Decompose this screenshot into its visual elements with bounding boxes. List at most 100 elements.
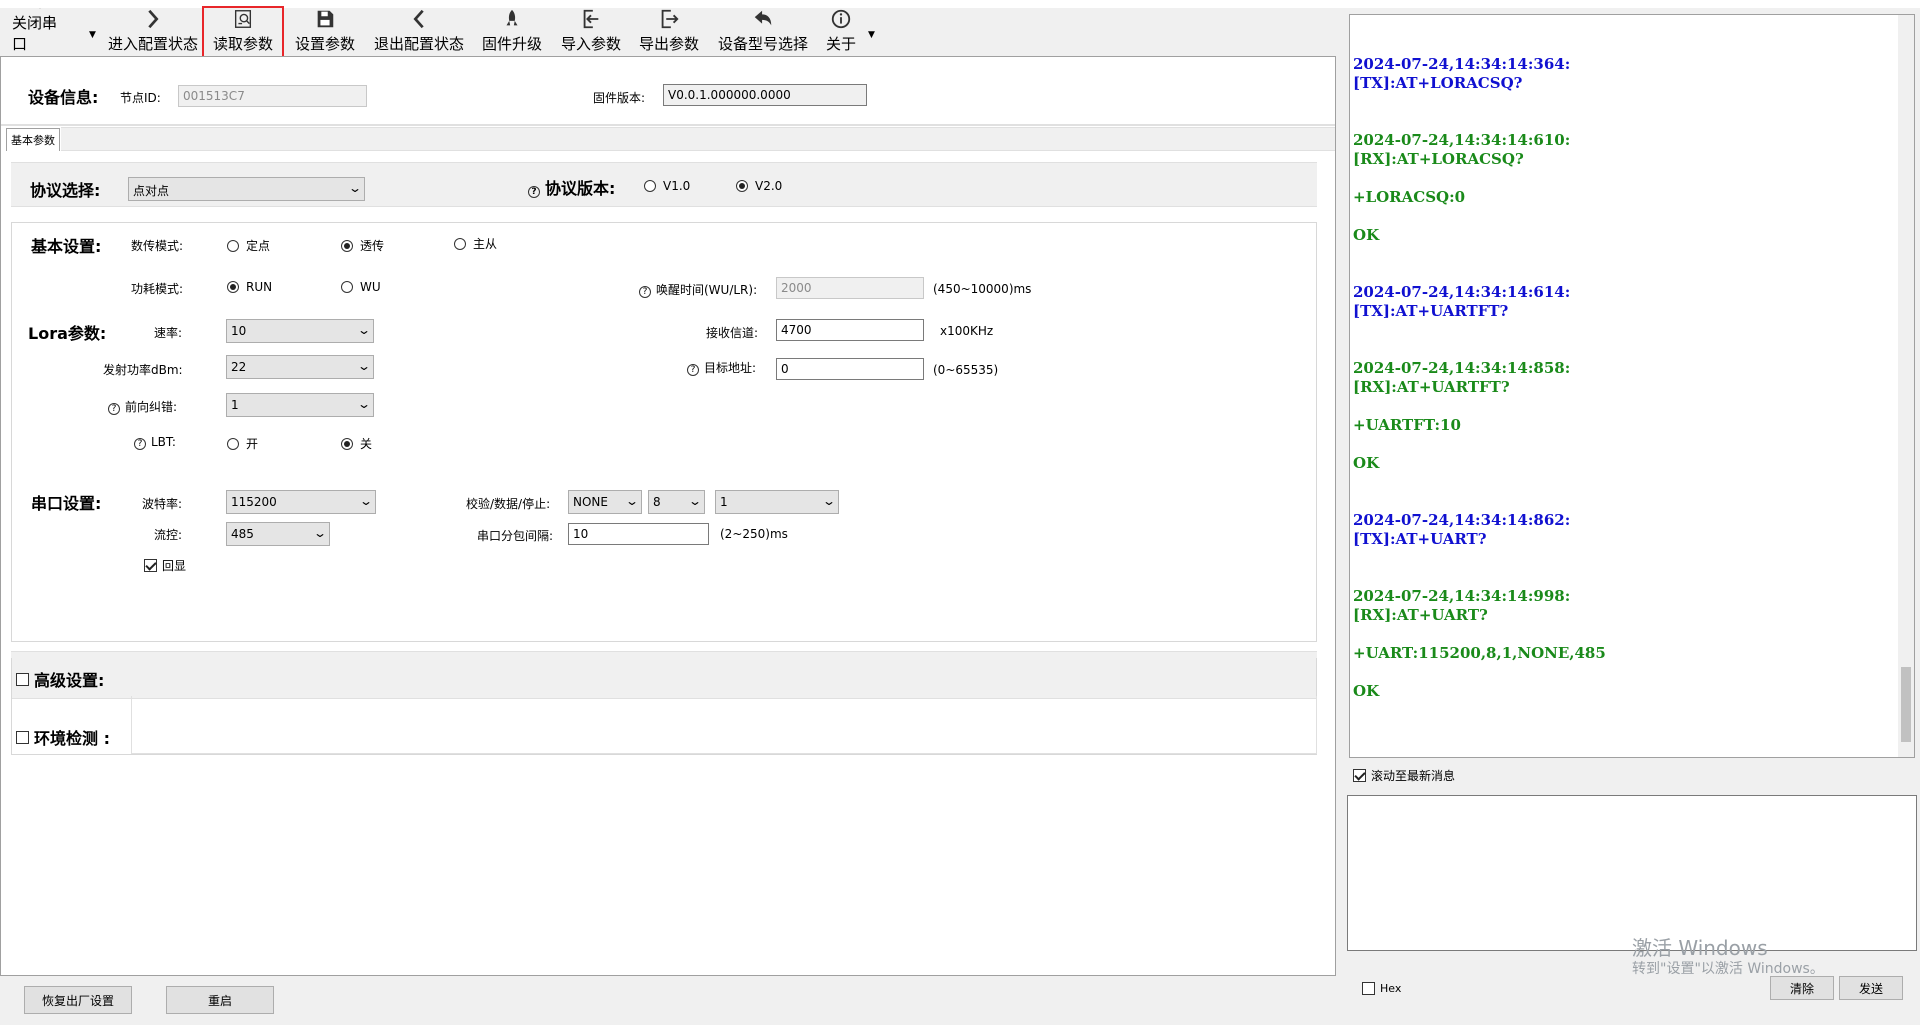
- chevron-down-icon: ⌄: [687, 494, 703, 508]
- import-icon: [583, 9, 599, 29]
- export-params-label: 导出参数: [638, 35, 699, 53]
- tx-power-select[interactable]: 22 ⌄: [226, 355, 374, 379]
- activation-watermark: 激活 Windows: [1632, 936, 1768, 960]
- firmware-upgrade-label: 固件升级: [481, 35, 542, 53]
- protocol-select-value: 点对点: [133, 184, 170, 198]
- flow-control-select[interactable]: 485 ⌄: [226, 522, 330, 546]
- send-button[interactable]: 发送: [1839, 976, 1903, 1000]
- log-line: +UARTFT:10: [1353, 416, 1461, 434]
- enter-config-button[interactable]: 进入配置状态: [104, 8, 202, 56]
- set-params-label: 设置参数: [294, 35, 355, 53]
- help-icon[interactable]: ?: [528, 186, 540, 198]
- device-model-button[interactable]: 设备型号选择: [714, 8, 812, 56]
- autoscroll-checkbox[interactable]: 滚动至最新消息: [1353, 767, 1455, 784]
- export-params-button[interactable]: 导出参数: [636, 8, 702, 56]
- log-line: 2024-07-24,14:34:14:998:: [1353, 587, 1571, 605]
- env-detection-area: [131, 696, 1317, 754]
- help-icon[interactable]: ?: [687, 364, 699, 376]
- close-port-button[interactable]: 关闭串口: [12, 8, 68, 56]
- help-icon[interactable]: ?: [134, 438, 146, 450]
- data-bits-select[interactable]: 8 ⌄: [648, 490, 705, 514]
- transfer-mode-label: 数传模式:: [131, 239, 184, 253]
- target-address-label: ? 目标地址:: [687, 359, 756, 376]
- channel-field[interactable]: 4700: [776, 319, 924, 341]
- serial-settings-title: 串口设置:: [31, 494, 102, 513]
- mode-fixed-radio[interactable]: 定点: [227, 237, 270, 254]
- chevron-down-icon[interactable]: ▼: [89, 30, 96, 40]
- packet-interval-field[interactable]: 10: [568, 523, 709, 545]
- parity-select[interactable]: NONE ⌄: [568, 490, 642, 514]
- log-line: 2024-07-24,14:34:14:610:: [1353, 131, 1571, 149]
- chevron-down-icon: ⌄: [347, 181, 363, 195]
- parity-label: 校验/数据/停止:: [466, 497, 551, 511]
- chevron-down-icon: ⌄: [356, 397, 372, 411]
- fec-label: ? 前向纠错:: [108, 398, 177, 415]
- log-line: 2024-07-24,14:34:14:862:: [1353, 511, 1571, 529]
- clear-button[interactable]: 清除: [1770, 976, 1834, 1000]
- tx-power-label: 发射功率dBm:: [103, 363, 183, 377]
- log-line: 2024-07-24,14:34:14:364:: [1353, 55, 1571, 73]
- read-params-button[interactable]: 读取参数: [202, 6, 284, 58]
- env-detection-checkbox[interactable]: 环境检测 :: [16, 725, 110, 749]
- flow-control-label: 流控:: [154, 528, 183, 542]
- tab-basic-params[interactable]: 基本参数: [6, 128, 60, 151]
- lbt-on-radio[interactable]: 开: [227, 435, 258, 452]
- lbt-off-radio[interactable]: 关: [341, 435, 372, 452]
- chevron-down-icon: ⌄: [821, 494, 837, 508]
- log-line: +UART:115200,8,1,NONE,485: [1353, 644, 1606, 662]
- protocol-v1-radio[interactable]: V1.0: [644, 179, 690, 193]
- wake-time-field[interactable]: 2000: [776, 277, 924, 299]
- basic-settings-title: 基本设置:: [31, 237, 102, 256]
- node-id-field[interactable]: 001513C7: [178, 85, 367, 107]
- fec-select[interactable]: 1 ⌄: [226, 393, 374, 417]
- mode-transparent-radio[interactable]: 透传: [341, 237, 384, 254]
- rocket-icon: [506, 9, 518, 26]
- send-input[interactable]: [1347, 795, 1917, 951]
- main-panel: 设备信息: 节点ID: 001513C7 固件版本: V0.0.1.000000…: [0, 56, 1336, 976]
- device-info-title: 设备信息:: [28, 88, 99, 107]
- chevron-down-icon[interactable]: ▼: [868, 30, 875, 40]
- log-line: [TX]:AT+UARTFT?: [1353, 302, 1509, 320]
- exit-config-button[interactable]: 退出配置状态: [370, 8, 468, 56]
- factory-reset-button[interactable]: 恢复出厂设置: [24, 986, 132, 1014]
- hex-checkbox[interactable]: Hex: [1362, 982, 1401, 995]
- channel-label: 接收信道:: [706, 326, 759, 340]
- log-line: 2024-07-24,14:34:14:614:: [1353, 283, 1571, 301]
- chevron-down-icon: ⌄: [358, 494, 374, 508]
- log-panel[interactable]: 2024-07-24,14:34:14:364: [TX]:AT+LORACSQ?…: [1349, 14, 1915, 758]
- undo-arrow-icon: [754, 10, 772, 26]
- stop-bits-select[interactable]: 1 ⌄: [715, 490, 839, 514]
- rate-select[interactable]: 10 ⌄: [226, 319, 374, 343]
- about-button[interactable]: 关于: [823, 8, 859, 56]
- import-params-label: 导入参数: [560, 35, 621, 53]
- protocol-select[interactable]: 点对点 ⌄: [128, 177, 365, 201]
- log-line: +LORACSQ:0: [1353, 188, 1466, 206]
- target-address-field[interactable]: 0: [776, 358, 924, 380]
- set-params-button[interactable]: 设置参数: [292, 8, 358, 56]
- fw-version-field[interactable]: V0.0.1.000000.0000: [663, 84, 867, 106]
- app-window: 关闭串口 ▼ 进入配置状态 读取参数 设置参数 退出配置状态 固件升级 导入参数: [0, 0, 1920, 1025]
- log-scrollbar[interactable]: [1898, 15, 1914, 757]
- protocol-v2-radio[interactable]: V2.0: [736, 179, 782, 193]
- chevron-down-icon: ⌄: [624, 494, 640, 508]
- baud-select[interactable]: 115200 ⌄: [226, 490, 376, 514]
- import-params-button[interactable]: 导入参数: [558, 8, 624, 56]
- firmware-upgrade-button[interactable]: 固件升级: [479, 8, 545, 56]
- fw-version-label: 固件版本:: [593, 91, 646, 105]
- echo-checkbox[interactable]: 回显: [144, 557, 186, 574]
- log-line: 2024-07-24,14:34:14:858:: [1353, 359, 1571, 377]
- restart-button[interactable]: 重启: [166, 986, 274, 1014]
- power-wu-radio[interactable]: WU: [341, 280, 381, 294]
- device-model-label: 设备型号选择: [717, 35, 808, 53]
- channel-unit: x100KHz: [940, 324, 994, 338]
- mode-master-slave-radio[interactable]: 主从: [454, 235, 497, 252]
- scrollbar-thumb[interactable]: [1901, 667, 1911, 742]
- tab-strip: [61, 127, 1335, 151]
- help-icon[interactable]: ?: [108, 403, 120, 415]
- read-params-icon: [234, 10, 252, 28]
- chevron-down-icon: ⌄: [312, 526, 328, 540]
- target-address-range: (0~65535): [933, 363, 999, 377]
- power-run-radio[interactable]: RUN: [227, 280, 272, 294]
- export-icon: [661, 9, 679, 29]
- help-icon[interactable]: ?: [639, 286, 651, 298]
